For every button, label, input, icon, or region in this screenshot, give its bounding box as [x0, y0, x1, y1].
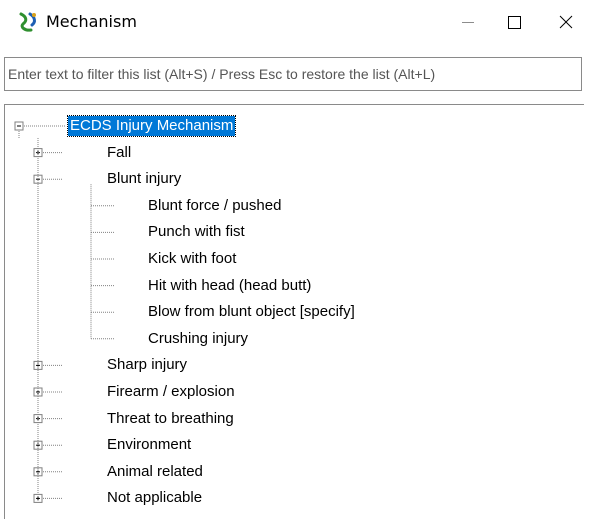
tree-node[interactable]: Firearm / explosion	[105, 382, 237, 402]
close-icon	[559, 15, 573, 29]
minimize-icon	[462, 22, 474, 23]
tree-leaf-node[interactable]: Punch with fist	[146, 222, 247, 242]
root-collapse-icon[interactable]	[14, 121, 24, 131]
title-bar[interactable]: Mechanism	[0, 0, 589, 45]
tree-node[interactable]: Animal related	[105, 462, 205, 482]
window-title: Mechanism	[46, 12, 137, 31]
tree-view[interactable]: ECDS Injury Mechanism Fall Blunt injury Blu…	[4, 104, 584, 519]
tree-node[interactable]: Blunt injury	[105, 169, 183, 189]
tree-leaf-node[interactable]: Kick with foot	[146, 249, 238, 269]
tree-leaf-node[interactable]: Crushing injury	[146, 329, 250, 349]
expand-icon[interactable]	[33, 493, 43, 503]
tree-node[interactable]: Not applicable	[105, 488, 204, 508]
tree-node[interactable]: Sharp injury	[105, 355, 189, 375]
maximize-button[interactable]	[491, 0, 537, 45]
maximize-icon	[508, 16, 521, 29]
tree-leaf-node[interactable]: Hit with head (head butt)	[146, 276, 313, 296]
tree-leaf-node[interactable]: Blunt force / pushed	[146, 196, 283, 216]
tree-root-node[interactable]: ECDS Injury Mechanism	[66, 115, 237, 137]
mechanism-app-icon	[19, 12, 36, 32]
tree-leaf-node[interactable]: Blow from blunt object [specify]	[146, 302, 357, 322]
filter-input[interactable]	[4, 57, 582, 91]
minimize-button[interactable]	[445, 0, 491, 45]
close-button[interactable]	[543, 0, 589, 45]
tree-node[interactable]: Threat to breathing	[105, 409, 236, 429]
tree-node[interactable]: Environment	[105, 435, 193, 455]
tree-node[interactable]: Fall	[105, 143, 133, 163]
